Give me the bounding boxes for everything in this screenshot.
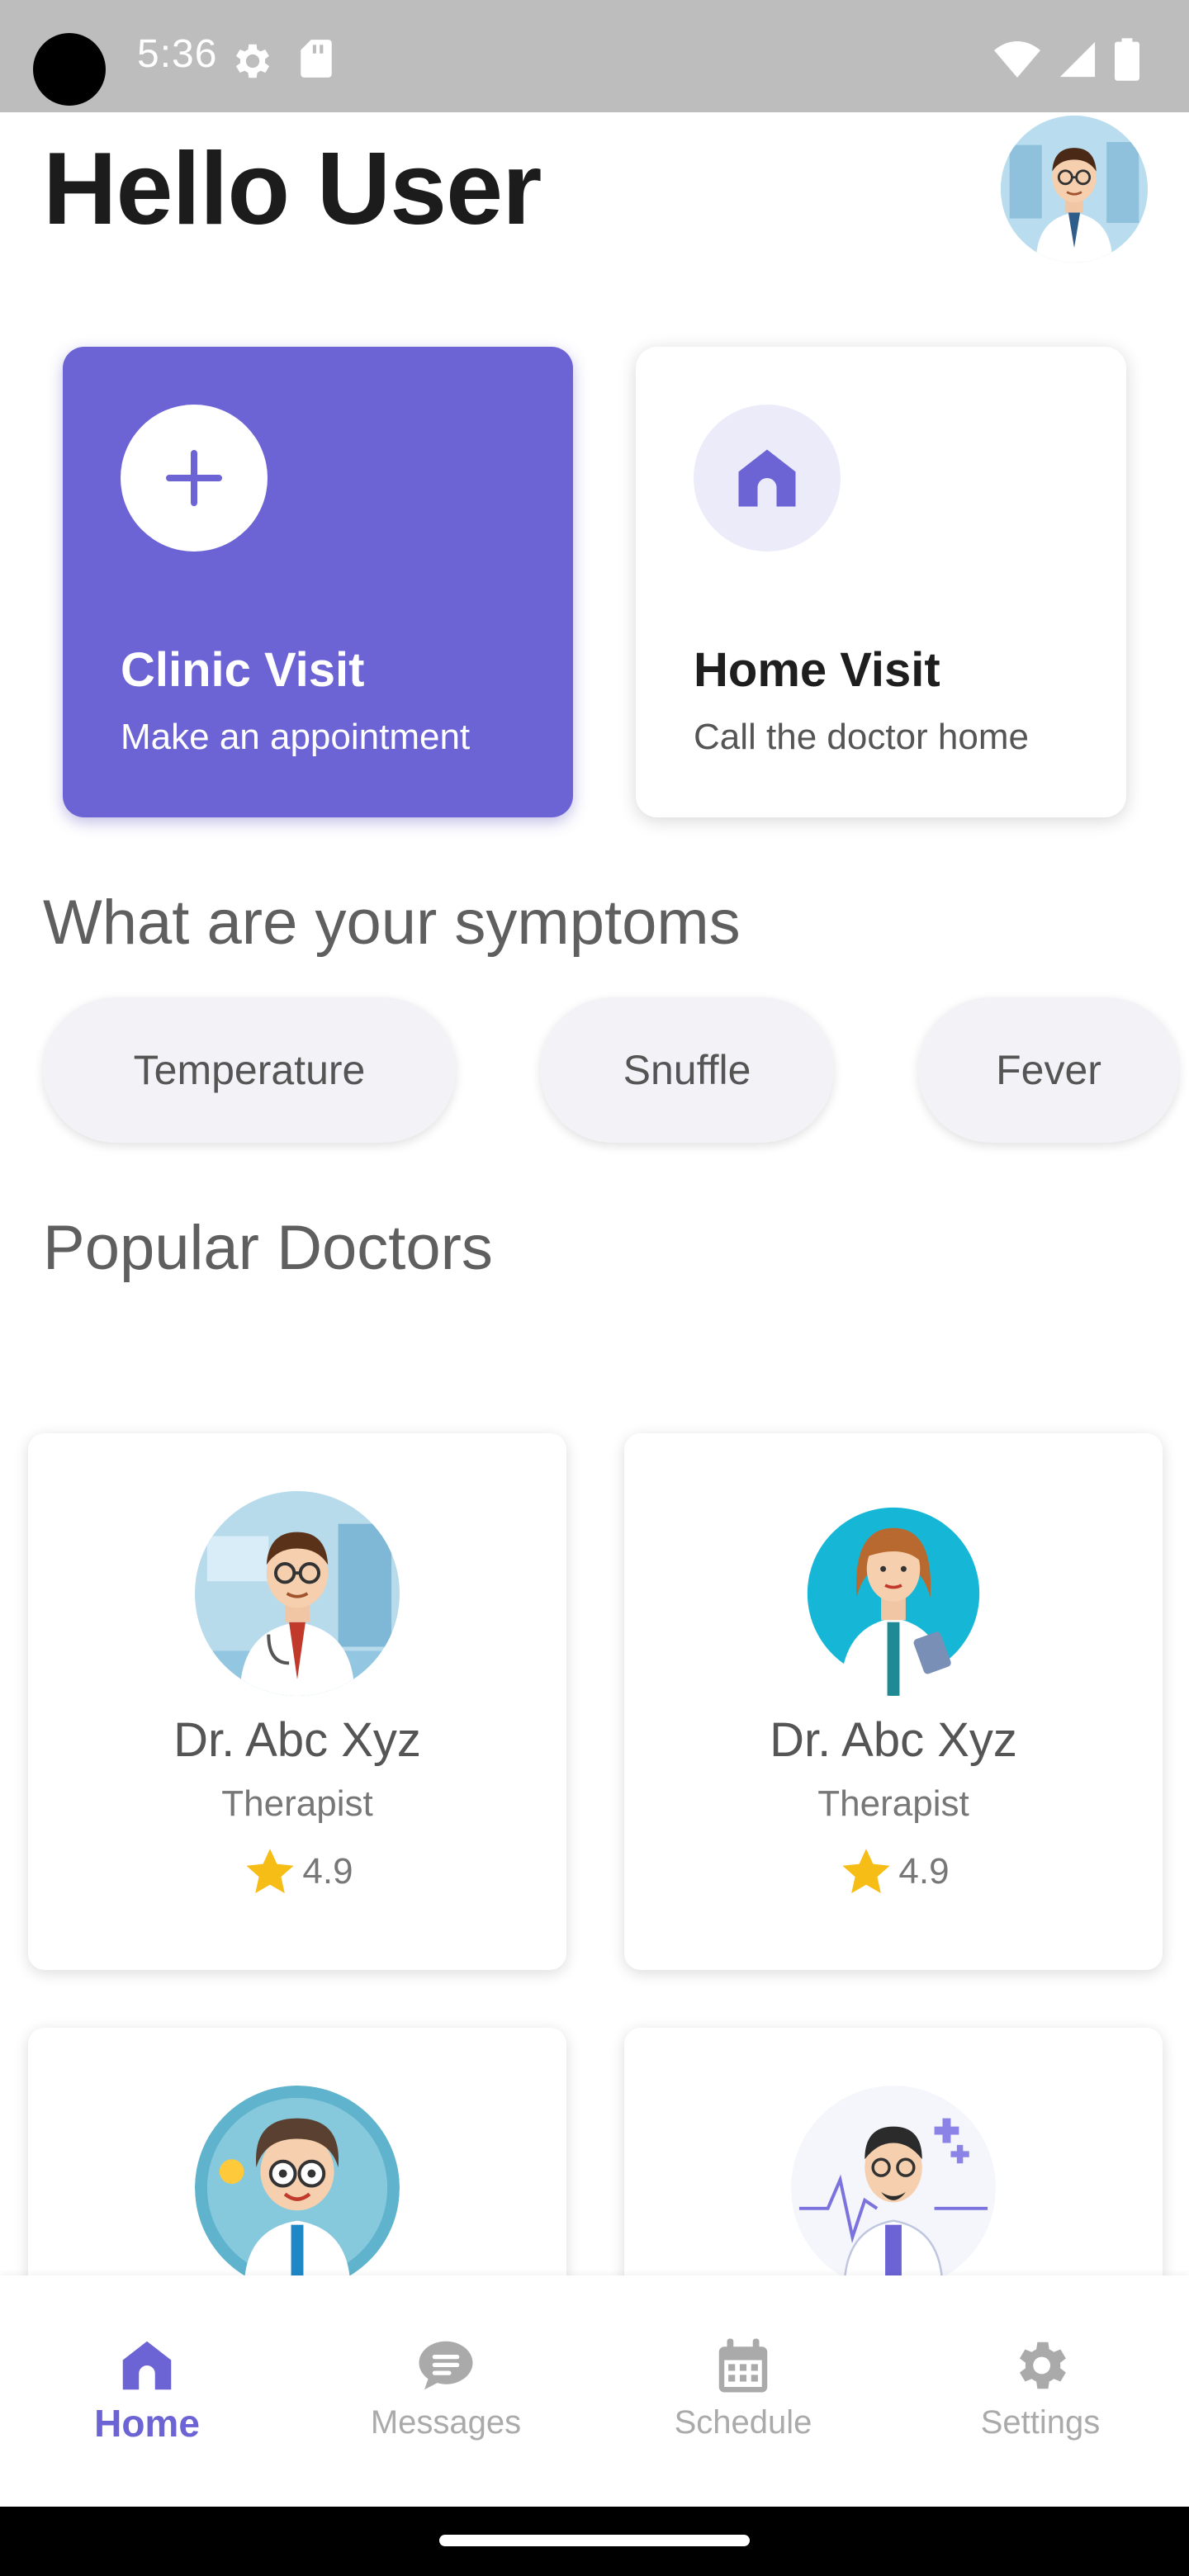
doctor-name: Dr. Abc Xyz <box>173 1713 421 1767</box>
doctor-avatar-icon <box>1001 116 1148 263</box>
doctor-rating: 4.9 <box>624 1843 1163 1901</box>
visit-subtitle: Call the doctor home <box>694 717 1029 757</box>
doctor-card[interactable]: Dr. Abc Xyz Therapist 4.9 <box>28 1433 566 1970</box>
clinic-visit-card[interactable]: Clinic Visit Make an appointment <box>63 347 573 817</box>
sd-card-icon <box>301 40 332 78</box>
battery-icon <box>1115 38 1139 81</box>
nav-settings[interactable]: Settings <box>917 2333 1164 2441</box>
gesture-handle[interactable] <box>439 2535 750 2546</box>
status-indicators <box>994 36 1139 83</box>
nav-label: Messages <box>370 2404 522 2441</box>
doctor-specialty: Therapist <box>817 1783 969 1824</box>
clinic-icon-badge <box>121 405 268 552</box>
system-navigation-bar <box>0 2507 1189 2576</box>
symptom-chip-fever[interactable]: Fever <box>918 997 1179 1143</box>
gear-icon <box>1019 2342 1066 2389</box>
visit-subtitle: Make an appointment <box>121 717 471 757</box>
gear-icon <box>235 44 270 78</box>
status-bar: 5:36 <box>0 0 1189 112</box>
home-icon <box>738 449 796 507</box>
star-icon <box>842 1849 890 1893</box>
symptoms-heading: What are your symptoms <box>43 888 741 958</box>
profile-avatar[interactable] <box>1001 116 1148 263</box>
nav-schedule[interactable]: Schedule <box>619 2333 867 2441</box>
doctor-female-icon <box>791 1491 996 1696</box>
doctor-male-icon <box>195 1491 400 1696</box>
symptom-chip-temperature[interactable]: Temperature <box>43 997 456 1143</box>
visit-title: Home Visit <box>694 643 940 697</box>
home-icon <box>122 2341 172 2390</box>
visit-title: Clinic Visit <box>121 643 365 697</box>
doctor-name: Dr. Abc Xyz <box>770 1713 1017 1767</box>
greeting-title: Hello User <box>43 132 542 246</box>
rating-value: 4.9 <box>898 1851 950 1892</box>
doctor-cartoon-icon <box>195 2086 400 2290</box>
doctor-heartbeat-icon <box>791 2086 996 2290</box>
home-icon-badge <box>694 405 841 552</box>
doctor-photo <box>195 2086 400 2290</box>
doctor-photo <box>791 2086 996 2290</box>
calendar-icon <box>718 2338 768 2393</box>
nav-messages[interactable]: Messages <box>322 2333 570 2441</box>
nav-label: Home <box>94 2402 200 2445</box>
nav-label: Schedule <box>674 2404 812 2441</box>
signal-icon <box>1059 41 1096 78</box>
popular-doctors-heading: Popular Doctors <box>43 1213 493 1283</box>
doctor-rating: 4.9 <box>28 1843 566 1901</box>
plus-icon <box>166 450 222 506</box>
nav-label: Settings <box>980 2404 1101 2441</box>
home-visit-card[interactable]: Home Visit Call the doctor home <box>636 347 1126 817</box>
rating-value: 4.9 <box>302 1851 353 1892</box>
doctor-photo <box>195 1491 400 1696</box>
bottom-navigation: Home Messages Schedule Settings <box>0 2275 1189 2507</box>
symptom-chip-snuffle[interactable]: Snuffle <box>540 997 834 1143</box>
wifi-icon <box>994 41 1040 78</box>
doctor-specialty: Therapist <box>221 1783 373 1824</box>
doctor-photo <box>791 1491 996 1696</box>
doctor-card[interactable]: Dr. Abc Xyz Therapist 4.9 <box>624 1433 1163 1970</box>
status-time: 5:36 <box>137 32 218 76</box>
chat-icon <box>419 2341 473 2390</box>
star-icon <box>246 1849 294 1893</box>
nav-home[interactable]: Home <box>23 2333 271 2446</box>
camera-cutout <box>33 33 106 106</box>
